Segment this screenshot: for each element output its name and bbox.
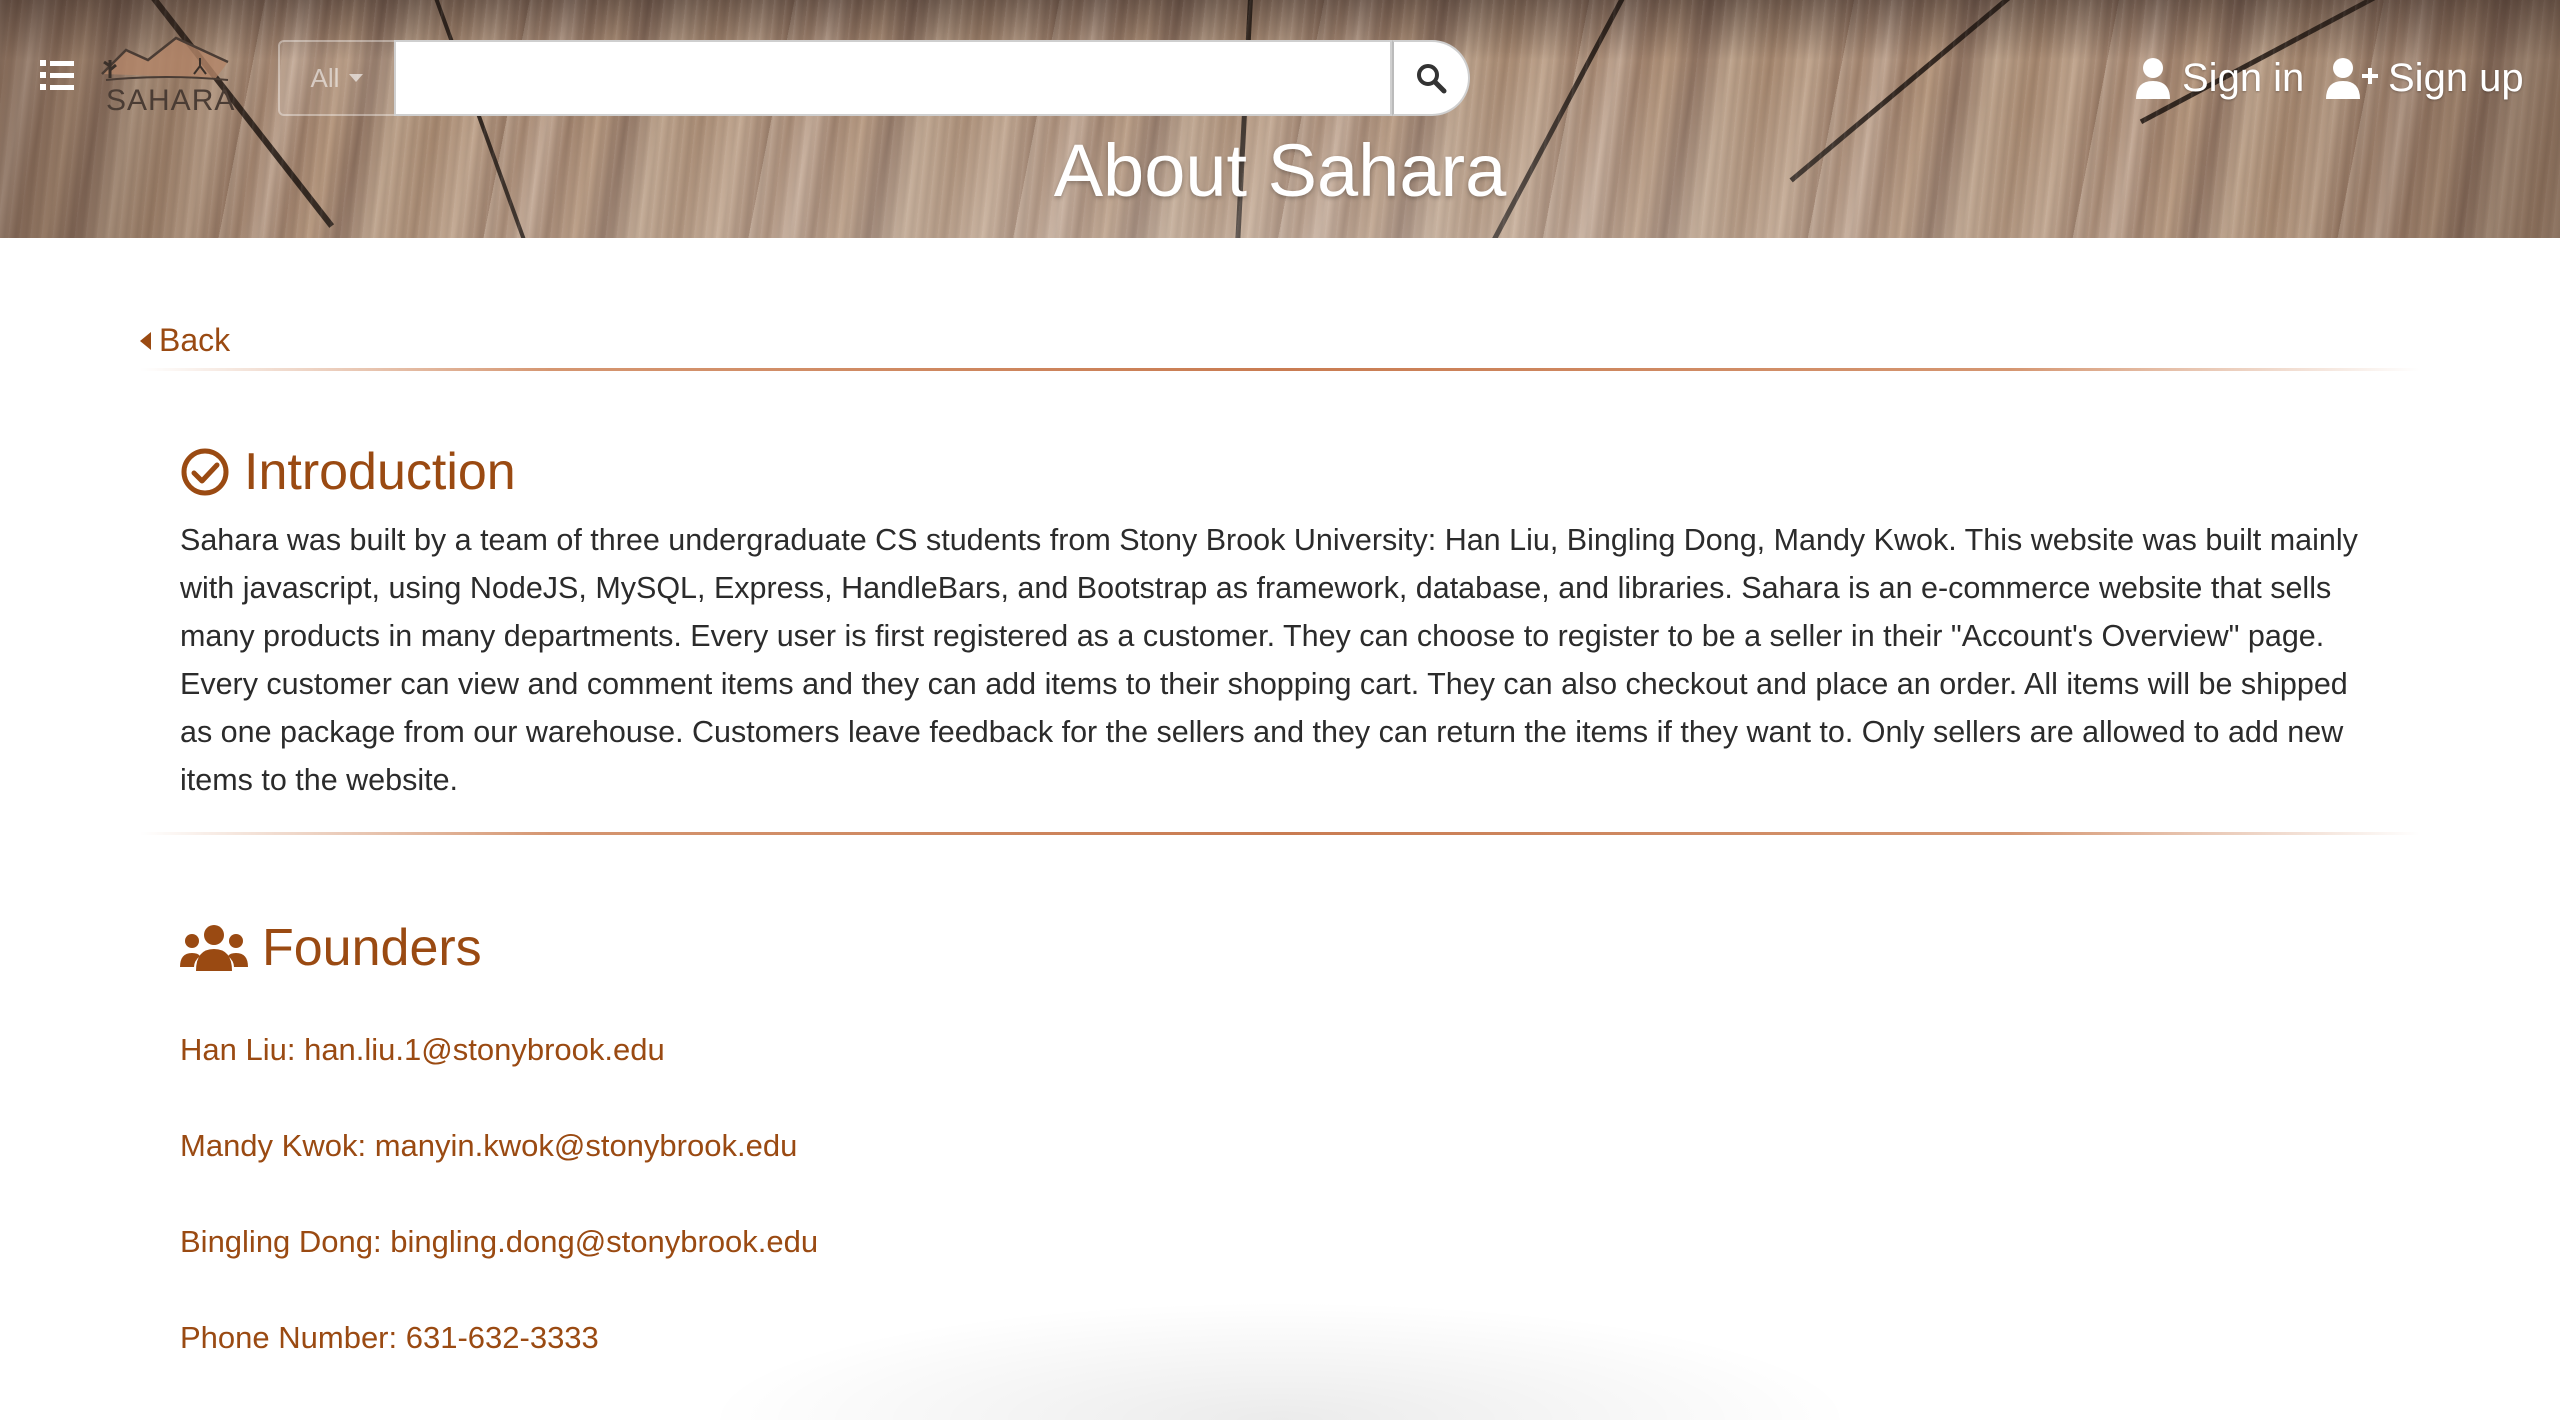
- introduction-body: Sahara was built by a team of three unde…: [180, 523, 2358, 797]
- contact-phone-number: Phone Number: 631-632-3333: [180, 1320, 599, 1355]
- caret-left-icon: [140, 331, 151, 350]
- top-divider: [140, 368, 2420, 371]
- search-input[interactable]: [394, 40, 1392, 116]
- user-icon: [2136, 58, 2170, 99]
- sign-in-label: Sign in: [2182, 55, 2305, 100]
- sign-up-label: Sign up: [2388, 55, 2524, 100]
- introduction-heading-text: Introduction: [244, 443, 516, 501]
- sahara-logo[interactable]: SAHARA: [96, 30, 236, 118]
- department-select-value: All: [310, 62, 340, 93]
- menu-button[interactable]: [40, 60, 76, 90]
- search-button[interactable]: [1392, 40, 1470, 116]
- department-select[interactable]: All: [278, 40, 394, 116]
- caret-down-icon: [349, 74, 364, 82]
- founder-contact-bingling-dong: Bingling Dong: bingling.dong@stonybrook.…: [180, 1224, 819, 1259]
- introduction-heading: Introduction: [180, 442, 516, 502]
- bottom-shadow: [700, 1300, 1860, 1420]
- founder-contact-han-liu: Han Liu: han.liu.1@stonybrook.edu: [180, 1032, 665, 1067]
- founders-heading-text: Founders: [262, 919, 482, 977]
- search-icon: [1417, 64, 1447, 94]
- page-title: About Sahara: [1053, 129, 1507, 212]
- sign-up-link[interactable]: Sign up: [2326, 50, 2524, 106]
- founder-contact-mandy-kwok: Mandy Kwok: manyin.kwok@stonybrook.edu: [180, 1128, 798, 1163]
- back-link[interactable]: Back: [140, 322, 230, 359]
- back-label: Back: [159, 322, 231, 358]
- users-icon: [180, 925, 248, 971]
- header-banner: SAHARA All Sign in Sign up About Sahara: [0, 0, 2560, 238]
- logo-text: SAHARA: [106, 84, 236, 117]
- check-circle-icon: [181, 448, 229, 496]
- user-plus-icon: [2326, 58, 2378, 99]
- sign-in-link[interactable]: Sign in: [2134, 50, 2304, 106]
- founders-heading: Founders: [180, 918, 482, 978]
- middle-divider: [140, 832, 2420, 835]
